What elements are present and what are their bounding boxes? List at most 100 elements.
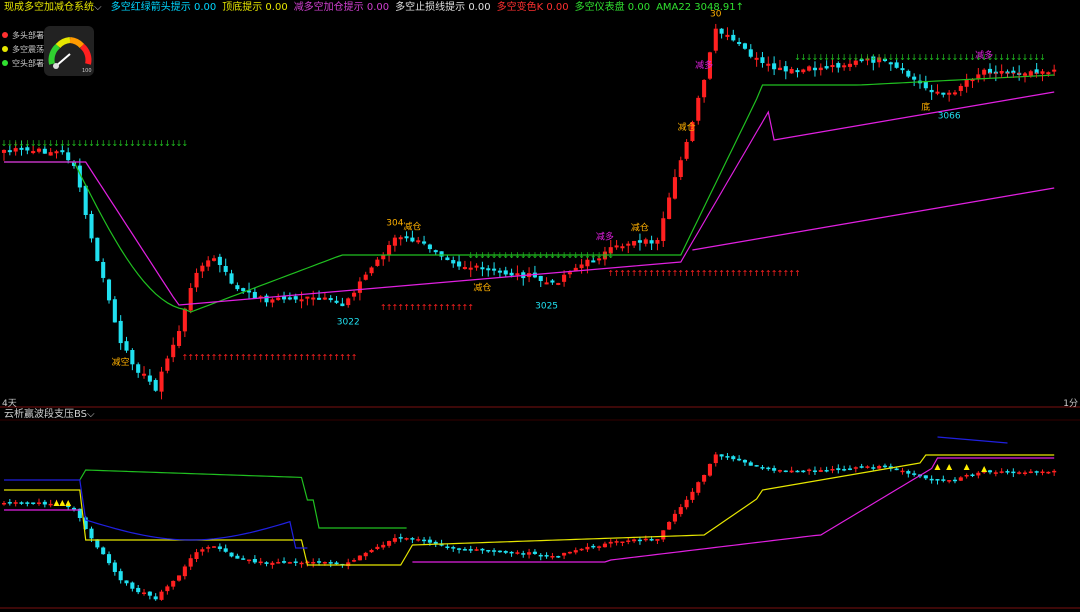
candle bbox=[964, 79, 969, 87]
sub-candle bbox=[363, 552, 368, 557]
candle bbox=[754, 57, 759, 60]
candle bbox=[439, 251, 444, 257]
sub-candle bbox=[632, 539, 637, 542]
sub-candle bbox=[130, 582, 135, 589]
sub-candle bbox=[270, 562, 275, 565]
sub-candle bbox=[608, 541, 613, 544]
sub-candle bbox=[159, 591, 164, 600]
buy-triangle bbox=[53, 500, 60, 506]
candle bbox=[847, 63, 853, 67]
candle bbox=[573, 267, 578, 271]
sub-line-blue-right bbox=[937, 436, 1008, 444]
candle bbox=[42, 148, 47, 154]
candle bbox=[713, 28, 718, 51]
candle bbox=[322, 297, 327, 300]
green-arrow: ↓ bbox=[182, 139, 189, 148]
sub-candle bbox=[719, 454, 724, 457]
candle bbox=[725, 34, 730, 37]
candle bbox=[906, 70, 911, 77]
sub-candle bbox=[818, 470, 823, 472]
sub-candle bbox=[462, 549, 467, 551]
candle bbox=[445, 257, 450, 261]
candle bbox=[824, 66, 829, 69]
sub-candle bbox=[42, 501, 47, 505]
system-title[interactable]: 现成多空加减仓系统 bbox=[4, 2, 94, 13]
candle bbox=[760, 57, 765, 63]
candle bbox=[812, 67, 818, 71]
sub-candle bbox=[836, 468, 841, 471]
green-arrow: ↓ bbox=[607, 251, 614, 260]
sub-candle bbox=[258, 561, 263, 564]
sub-candle bbox=[7, 502, 12, 504]
sub-candle bbox=[264, 562, 269, 564]
candle bbox=[346, 298, 351, 306]
sub-candle bbox=[246, 559, 252, 562]
sub-candle bbox=[468, 549, 473, 551]
candle bbox=[352, 292, 357, 297]
sub-candle bbox=[678, 507, 683, 515]
sub-candle bbox=[387, 541, 392, 546]
candle bbox=[165, 358, 170, 371]
sub-candle bbox=[188, 558, 193, 567]
candle bbox=[194, 272, 199, 288]
sub-candle bbox=[101, 547, 106, 555]
sub-candle bbox=[1017, 472, 1022, 474]
candle bbox=[357, 281, 362, 293]
indicator-2: 减多空加仓提示 0.00 bbox=[293, 2, 390, 13]
green-arrow: ↓ bbox=[1039, 53, 1046, 62]
chevron-down-icon[interactable]: ⌵ bbox=[94, 2, 102, 13]
candle bbox=[556, 282, 561, 285]
sub-candle bbox=[89, 528, 94, 539]
sub-candle bbox=[509, 551, 514, 554]
sub-line-green bbox=[79, 469, 407, 529]
sub-candle bbox=[422, 539, 427, 542]
candle bbox=[783, 66, 788, 72]
candle bbox=[649, 240, 654, 244]
sub-candle bbox=[241, 558, 246, 560]
sub-candle bbox=[497, 550, 502, 553]
legend-item: 多头部署 bbox=[2, 28, 44, 42]
legend-dot bbox=[2, 60, 8, 66]
candle bbox=[696, 97, 701, 121]
indicator-header: 现成多空加减仓系统⌵ 多空红绿箭头提示 0.00 顶底提示 0.00 减多空加仓提示… bbox=[0, 0, 1080, 16]
chevron-down-icon[interactable]: ⌵ bbox=[87, 409, 95, 420]
candle bbox=[241, 288, 246, 292]
sub-candle bbox=[661, 530, 666, 540]
indicator-4: 多空变色K 0.00 bbox=[496, 2, 569, 13]
candle bbox=[36, 148, 42, 152]
sub-candle bbox=[859, 466, 864, 468]
sub-candle bbox=[993, 472, 998, 474]
candle bbox=[334, 300, 339, 303]
candle bbox=[830, 65, 835, 68]
candle bbox=[112, 299, 117, 323]
sub-candle bbox=[573, 550, 578, 553]
sub-indicator-title[interactable]: 云析赢波段支压BS⌵ bbox=[0, 408, 95, 422]
indicator-3: 多空止损线提示 0.00 bbox=[395, 2, 491, 13]
candle bbox=[305, 296, 310, 299]
candle bbox=[492, 268, 497, 271]
candle bbox=[340, 303, 345, 307]
sub-candle bbox=[748, 462, 753, 466]
buy-triangle bbox=[65, 500, 72, 506]
sub-candle bbox=[1052, 470, 1057, 473]
candle bbox=[643, 239, 648, 244]
sub-candle bbox=[777, 470, 782, 472]
candle bbox=[398, 237, 403, 240]
sub-candle bbox=[742, 459, 747, 463]
sub-candle bbox=[923, 475, 928, 479]
candle bbox=[912, 76, 917, 80]
annotation-label: 减空 bbox=[112, 356, 130, 368]
sub-candle bbox=[947, 480, 952, 482]
candle bbox=[392, 237, 397, 246]
annotation-label: 减仓 bbox=[631, 222, 649, 234]
candle bbox=[888, 62, 893, 65]
candle bbox=[579, 264, 584, 269]
sub-candle bbox=[357, 555, 362, 561]
annotation-label: 减仓 bbox=[403, 220, 421, 232]
sub-candle bbox=[217, 546, 222, 549]
candle bbox=[66, 152, 71, 161]
candle bbox=[789, 68, 794, 74]
sub-candle bbox=[643, 538, 648, 541]
candle bbox=[684, 141, 689, 159]
candle bbox=[293, 296, 298, 300]
